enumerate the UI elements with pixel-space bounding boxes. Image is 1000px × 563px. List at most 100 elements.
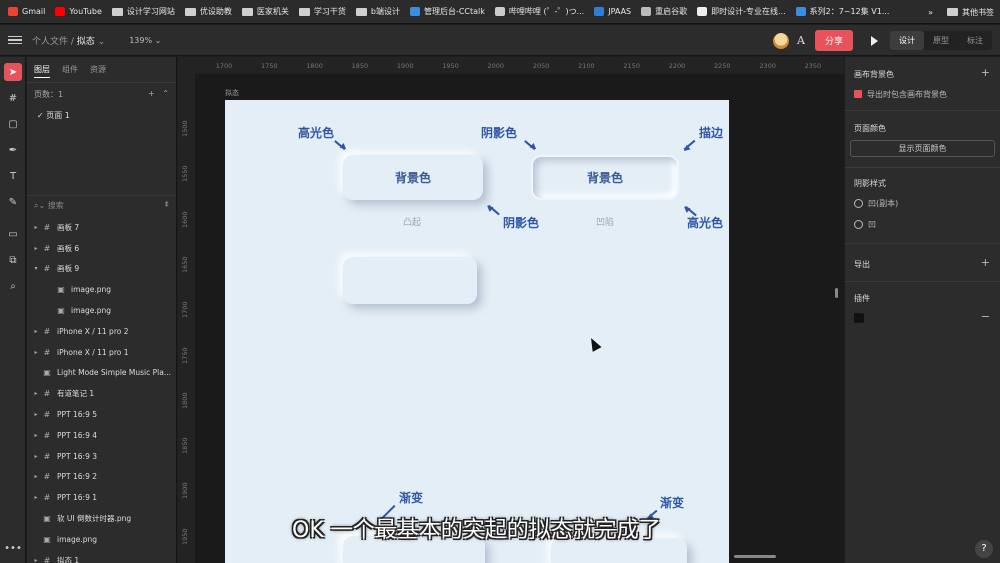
layer-item[interactable]: ▾ # 画板 9 <box>27 259 176 280</box>
caret-icon[interactable]: ▸ <box>31 328 41 335</box>
caret-icon[interactable]: ▸ <box>31 349 41 356</box>
caret-icon[interactable]: ▸ <box>31 453 41 460</box>
font-icon[interactable]: A <box>797 34 805 47</box>
layer-item[interactable]: ▣ Light Mode Simple Music Pla... <box>27 363 176 384</box>
tab-layers[interactable]: 图层 <box>34 64 50 78</box>
layer-item[interactable]: ▸ # PPT 16:9 1 <box>27 487 176 508</box>
caret-icon[interactable]: ▸ <box>31 473 41 480</box>
tab-components[interactable]: 组件 <box>62 64 78 78</box>
bookmark-item[interactable]: 管理后台-CCtalk <box>409 6 485 17</box>
tab-annotate[interactable]: 标注 <box>958 31 992 50</box>
caret-icon[interactable]: ▸ <box>31 557 41 563</box>
avatar[interactable] <box>773 32 790 49</box>
layer-item[interactable]: ▸ # PPT 16:9 4 <box>27 425 176 446</box>
frame-label[interactable]: 拟态 <box>225 88 239 98</box>
checkbox-checked-icon[interactable] <box>854 90 862 98</box>
bookmark-item[interactable]: JPAAS <box>594 7 631 16</box>
share-button[interactable]: 分享 <box>814 30 853 51</box>
bookmark-item[interactable]: 重启谷歌 <box>641 6 687 17</box>
bookmark-item[interactable]: 系列2：7~12集 V1... <box>795 6 889 17</box>
bookmark-item[interactable]: 学习干货 <box>298 6 346 17</box>
layer-item[interactable]: ▣ image.png <box>27 279 176 300</box>
vertical-scrollbar[interactable] <box>835 288 838 298</box>
layer-list: ▸ # 画板 7 ▸ # 画板 6 ▾ # 画板 9 ▣ image.png ▣ image.png ▸ #… <box>27 217 176 563</box>
bookmark-item[interactable]: 医家机关 <box>241 6 289 17</box>
frame-tool-icon[interactable]: # <box>4 89 22 107</box>
layer-item[interactable]: ▣ image.png <box>27 300 176 321</box>
plugin-item[interactable] <box>854 313 864 325</box>
bookmark-item[interactable]: b端设计 <box>355 6 400 17</box>
bookmark-item[interactable]: 优设助教 <box>184 6 232 17</box>
caret-icon[interactable]: ▸ <box>31 411 41 418</box>
bookmark-item[interactable]: Gmail <box>8 7 45 16</box>
ruler-tick-label: 1700 <box>181 301 189 319</box>
layer-item[interactable]: ▸ # 画板 6 <box>27 238 176 259</box>
site-icon <box>8 7 18 16</box>
bookmark-item[interactable]: 哔哩哔哩 (゜-゜)つ... <box>494 6 584 17</box>
tab-design[interactable]: 设计 <box>890 31 924 50</box>
comment-tool-icon[interactable]: ▭ <box>4 225 22 243</box>
bookmark-item[interactable]: 即时设计-专业在线... <box>697 6 786 17</box>
show-page-color-button[interactable]: 显示页面颜色 <box>850 140 995 157</box>
zoom-level[interactable]: 139% ⌄ <box>129 36 161 45</box>
layer-item[interactable]: ▸ # PPT 16:9 3 <box>27 446 176 467</box>
caret-icon[interactable]: ▾ <box>31 265 41 272</box>
raised-card[interactable]: 背景色 <box>343 155 483 200</box>
caret-icon[interactable]: ▸ <box>31 390 41 397</box>
collapse-all-icon[interactable]: ⇞ <box>163 200 170 211</box>
layer-item[interactable]: ▸ # 拟态 1 <box>27 550 176 563</box>
add-canvas-bg-icon[interactable]: + <box>981 66 990 79</box>
plugin-tool-icon[interactable]: ⧉ <box>4 251 22 269</box>
layer-item[interactable]: ▸ # 画板 7 <box>27 217 176 238</box>
rectangle-tool-icon[interactable]: ▢ <box>4 115 22 133</box>
horizontal-scrollbar[interactable] <box>734 555 776 558</box>
collapse-icon[interactable]: ⌃ <box>162 89 169 98</box>
breadcrumb[interactable]: 个人文件 / 拟态 ⌄ <box>32 34 105 47</box>
layer-item[interactable]: ▸ # iPhone X / 11 pro 2 <box>27 321 176 342</box>
export-bg-checkbox[interactable]: 导出时包含画布背景色 <box>854 89 947 100</box>
shadow-style-item[interactable]: 凹(副本) <box>854 198 898 209</box>
add-export-icon[interactable]: + <box>981 256 990 269</box>
shadow-style-item[interactable]: 凹 <box>854 219 876 230</box>
layer-item[interactable]: ▣ image.png <box>27 529 176 550</box>
help-button[interactable]: ? <box>975 540 993 558</box>
other-bookmarks-button[interactable]: 其他书签 <box>947 7 994 18</box>
ruler-tick-label: 1900 <box>181 482 189 500</box>
move-tool-icon[interactable]: ➤ <box>4 63 22 81</box>
search-tool-icon[interactable]: ⌕ <box>4 277 22 295</box>
layer-item[interactable]: ▸ # PPT 16:9 5 <box>27 404 176 425</box>
caret-icon[interactable]: ▸ <box>31 245 41 252</box>
video-subtitle: OK 一个最基本的突起的拟态就完成了 <box>292 518 661 543</box>
tab-prototype[interactable]: 原型 <box>924 31 958 50</box>
raised-caption: 凸起 <box>403 218 422 228</box>
layer-item[interactable]: ▣ 软 UI 倒数计时器.png <box>27 508 176 529</box>
caret-icon[interactable]: ▸ <box>31 494 41 501</box>
layer-item[interactable]: ▸ # iPhone X / 11 pro 1 <box>27 342 176 363</box>
text-tool-icon[interactable]: T <box>4 167 22 185</box>
more-bookmarks-button[interactable]: » <box>928 8 933 17</box>
tab-assets[interactable]: 资源 <box>90 64 106 78</box>
inset-card[interactable]: 背景色 <box>531 155 679 200</box>
pen-tool-icon[interactable]: ✒ <box>4 141 22 159</box>
add-page-icon[interactable]: + <box>148 89 155 98</box>
ruler-tick-label: 2150 <box>623 62 640 70</box>
menu-icon[interactable] <box>8 35 22 45</box>
remove-plugin-icon[interactable]: − <box>981 310 990 323</box>
pencil-tool-icon[interactable]: ✎ <box>4 193 22 211</box>
layer-search[interactable]: ⌕⌄ 搜索 ⇞ <box>27 195 176 215</box>
search-icon: ⌕⌄ <box>34 201 46 210</box>
bookmark-item[interactable]: YouTube <box>55 7 102 16</box>
caret-icon[interactable]: ▸ <box>31 432 41 439</box>
layer-item[interactable]: ▸ # PPT 16:9 2 <box>27 467 176 488</box>
note-shadow-mid: 阴影色 <box>503 216 540 230</box>
page-item[interactable]: ✓ 页面 1 <box>27 106 176 125</box>
artboard[interactable]: 背景色 凸起 背景色 凹陷 高光色 阴影色 描边 阴影色 高光色 渐变 渐变 <box>225 100 729 563</box>
more-icon[interactable]: ••• <box>4 539 22 557</box>
canvas[interactable]: 1700 1750 1800 1850 1900 1950 2000 2050 2100 2150… <box>178 57 844 563</box>
play-icon[interactable] <box>871 35 878 46</box>
bookmark-item[interactable]: 设计学习网站 <box>111 6 175 17</box>
site-icon <box>409 7 420 16</box>
layer-item[interactable]: ▸ # 有道笔记 1 <box>27 383 176 404</box>
raised-card-2[interactable] <box>343 257 477 304</box>
caret-icon[interactable]: ▸ <box>31 224 41 231</box>
